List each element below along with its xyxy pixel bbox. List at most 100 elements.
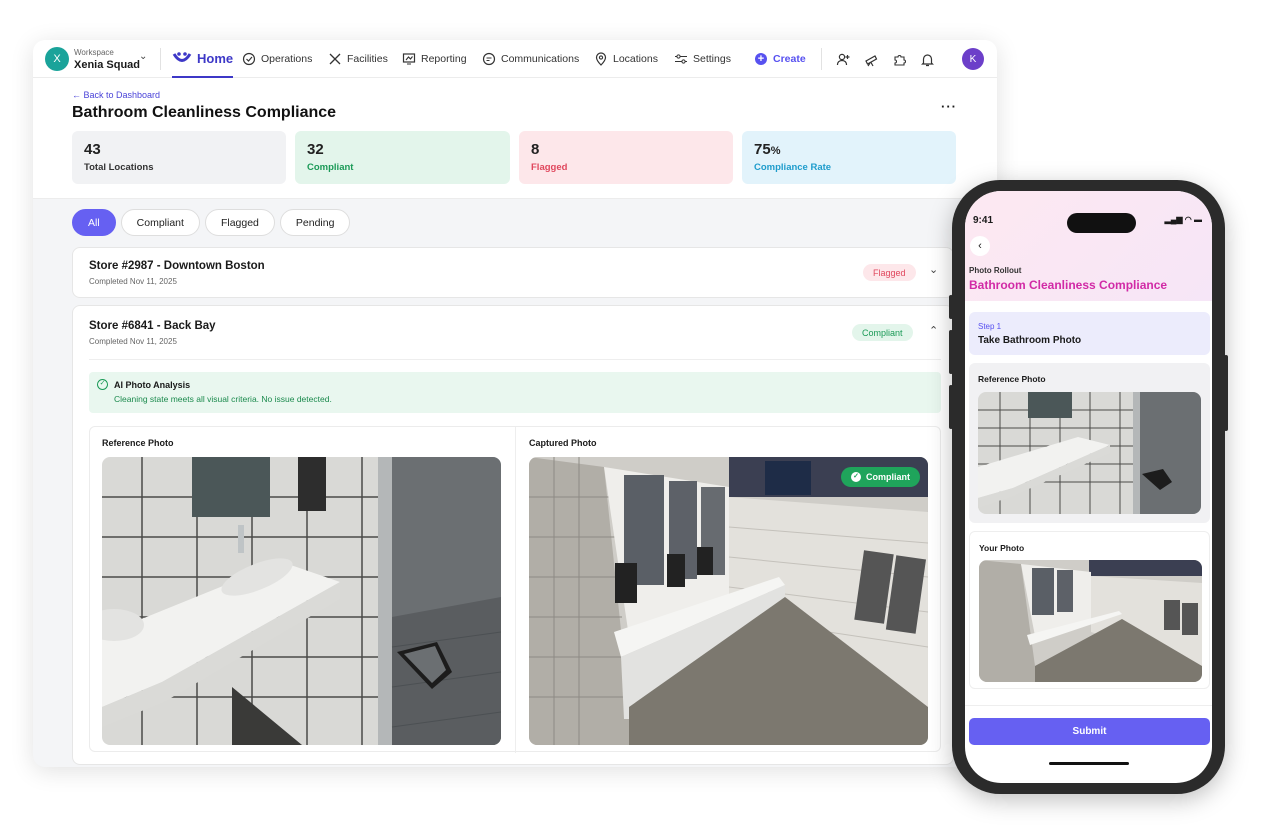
store-title: Store #6841 - Back Bay — [89, 320, 216, 332]
badge-label: Compliant — [866, 472, 910, 482]
plus-icon: + — [754, 52, 768, 66]
more-options-icon[interactable]: ··· — [941, 99, 957, 114]
telescope-icon[interactable] — [863, 51, 879, 67]
nav-operations-label: Operations — [261, 53, 313, 65]
your-photo-label: Your Photo — [979, 543, 1025, 553]
mobile-screen: 9:41 ▂▄▆ ◠ ▬ ‹ Photo Rollout Bathroom Cl… — [965, 191, 1212, 783]
stat-value: 32 — [307, 141, 324, 158]
sliders-icon — [674, 52, 688, 66]
nav-reporting-label: Reporting — [421, 53, 467, 65]
nav-home-label: Home — [197, 50, 234, 66]
stat-value: 43 — [84, 141, 101, 158]
filter-compliant[interactable]: Compliant — [120, 209, 200, 236]
nav-settings[interactable]: Settings — [674, 40, 731, 78]
filter-pending[interactable]: Pending — [279, 209, 351, 236]
create-button[interactable]: + Create — [754, 40, 806, 78]
phone-power-button — [1224, 355, 1228, 431]
nav-facilities[interactable]: Facilities — [328, 40, 388, 78]
store-title: Store #2987 - Downtown Boston — [89, 260, 265, 272]
home-logo-icon — [172, 51, 192, 65]
nav-communications-label: Communications — [501, 53, 580, 65]
nav-locations-label: Locations — [613, 53, 658, 65]
stat-compliant: 32 Compliant — [295, 131, 510, 184]
mobile-reference-label: Reference Photo — [978, 374, 1046, 384]
store-date: Completed Nov 11, 2025 — [89, 277, 177, 286]
nav-communications[interactable]: Communications — [482, 40, 579, 78]
status-badge: Compliant — [852, 324, 913, 341]
mobile-reference-section: Reference Photo — [969, 363, 1210, 523]
chevron-down-icon[interactable]: ⌄ — [929, 263, 938, 276]
check-circle-icon: ✓ — [97, 379, 108, 390]
captured-bathroom-image — [529, 457, 928, 745]
filter-flagged[interactable]: Flagged — [204, 209, 275, 236]
store-card-6841: Store #6841 - Back Bay Completed Nov 11,… — [72, 305, 954, 765]
store-card-2987[interactable]: Store #2987 - Downtown Boston Completed … — [72, 247, 954, 298]
mobile-your-photo[interactable] — [979, 560, 1202, 682]
captured-photo[interactable]: ✓ Compliant — [529, 457, 928, 745]
store-date: Completed Nov 11, 2025 — [89, 337, 177, 346]
mobile-title: Bathroom Cleanliness Compliance — [969, 278, 1168, 292]
status-time: 9:41 — [973, 215, 994, 226]
create-label: Create — [773, 53, 806, 65]
workspace-avatar[interactable]: X — [45, 47, 69, 71]
top-nav: X Workspace Xenia Squad ⌄ Home Operation… — [33, 40, 997, 78]
ai-analysis-banner: ✓ AI Photo Analysis Cleaning state meets… — [89, 372, 941, 413]
back-label: Back to Dashboard — [83, 90, 161, 100]
mobile-subtitle: Photo Rollout — [969, 266, 1022, 275]
chevron-down-icon[interactable]: ⌄ — [139, 51, 147, 62]
nav-facilities-label: Facilities — [347, 53, 388, 65]
nav-locations[interactable]: Locations — [594, 40, 658, 78]
step-label: Step 1 — [978, 322, 1002, 331]
status-badge: Flagged — [863, 264, 916, 281]
divider — [821, 48, 822, 70]
stat-label: Total Locations — [84, 162, 154, 173]
workspace-label: Workspace — [74, 48, 114, 57]
page-title: Bathroom Cleanliness Compliance — [72, 104, 337, 121]
stat-label: Compliance Rate — [754, 162, 832, 173]
desktop-window: X Workspace Xenia Squad ⌄ Home Operation… — [33, 40, 997, 767]
phone-side-button — [949, 385, 953, 429]
reference-bathroom-thumb — [978, 392, 1201, 514]
phone-side-button — [949, 295, 953, 319]
arrow-left-icon: ← — [72, 90, 84, 100]
mobile-reference-photo[interactable] — [978, 392, 1201, 514]
tools-icon — [328, 52, 342, 66]
captured-bathroom-thumb — [979, 560, 1202, 682]
ai-title: AI Photo Analysis — [114, 380, 191, 390]
photo-comparison: Reference Photo Captured Photo ✓ Complia… — [89, 426, 941, 753]
divider — [89, 359, 941, 360]
home-indicator — [1049, 762, 1129, 765]
stat-value: 75 — [754, 141, 771, 158]
divider — [160, 48, 161, 70]
chevron-up-icon[interactable]: ⌃ — [929, 324, 938, 337]
nav-reporting[interactable]: Reporting — [402, 40, 467, 78]
puzzle-icon[interactable] — [891, 51, 907, 67]
back-chevron-icon[interactable]: ‹ — [970, 236, 990, 256]
map-pin-icon — [594, 52, 608, 66]
reference-bathroom-image — [102, 457, 501, 745]
nav-home[interactable]: Home — [172, 40, 234, 78]
stat-compliance-rate: 75% Compliance Rate — [742, 131, 956, 184]
chat-bubble-icon — [482, 52, 496, 66]
signal-wifi-battery-icon: ▂▄▆ ◠ ▬ — [1164, 215, 1202, 224]
ai-description: Cleaning state meets all visual criteria… — [114, 394, 332, 404]
bell-icon[interactable] — [919, 51, 935, 67]
step-card: Step 1 Take Bathroom Photo — [969, 312, 1210, 355]
captured-status-badge: ✓ Compliant — [841, 467, 920, 487]
workspace-name[interactable]: Xenia Squad — [74, 59, 140, 71]
stat-total-locations: 43 Total Locations — [72, 131, 286, 184]
filter-all[interactable]: All — [72, 209, 116, 236]
nav-settings-label: Settings — [693, 53, 731, 65]
reference-photo[interactable] — [102, 457, 501, 745]
mobile-phone-frame: 9:41 ▂▄▆ ◠ ▬ ‹ Photo Rollout Bathroom Cl… — [949, 180, 1228, 794]
nav-operations[interactable]: Operations — [242, 40, 312, 78]
submit-button[interactable]: Submit — [969, 718, 1210, 745]
user-avatar[interactable]: K — [962, 48, 984, 70]
stat-unit: % — [770, 145, 781, 157]
divider — [515, 427, 516, 753]
back-to-dashboard-link[interactable]: ← Back to Dashboard — [72, 90, 160, 100]
add-user-icon[interactable] — [835, 51, 851, 67]
divider — [965, 705, 1212, 706]
mobile-your-photo-section: Your Photo — [969, 531, 1210, 689]
stat-label: Compliant — [307, 162, 354, 173]
